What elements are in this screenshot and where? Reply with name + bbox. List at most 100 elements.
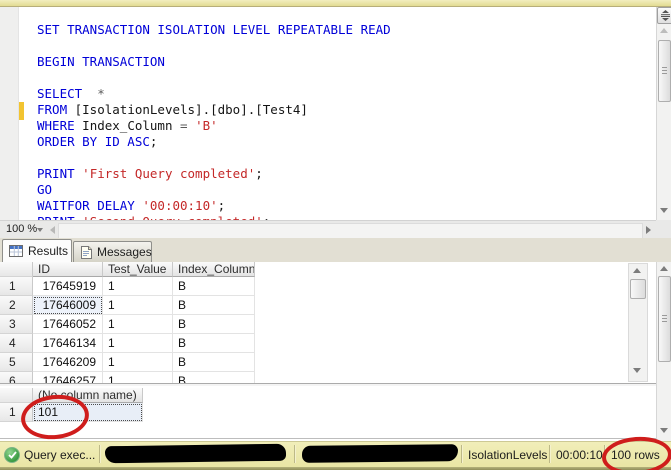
scroll-up-icon[interactable] [633,268,641,273]
editor-vertical-scrollbar[interactable] [656,7,671,220]
split-handle-icon[interactable] [657,7,671,24]
table-row: 6 17646257 1 B [0,372,627,383]
results-pane: ID Test_Value Index_Column 1 17645919 1 B 2 1764… [0,262,671,441]
grid-cell[interactable]: 1 [103,277,173,296]
scroll-down-icon[interactable] [633,368,641,373]
table-grid-icon [9,245,23,257]
tab-messages[interactable]: Messages [73,241,152,262]
row-number-header[interactable] [0,262,33,277]
code-line[interactable]: ORDER BY ID ASC; [37,134,391,150]
scroll-down-icon[interactable] [660,428,668,433]
grid-cell[interactable]: 1 [103,353,173,372]
editor-horizontal-scrollbar[interactable] [58,223,643,239]
row-number[interactable]: 4 [0,334,33,353]
grid-cell[interactable]: 17646134 [33,334,103,353]
grid-cell[interactable]: B [173,334,255,353]
grid-cell[interactable]: 1 [103,372,173,383]
column-header[interactable]: (No column name) [33,388,143,403]
zoom-level-value: 100 % [6,223,38,235]
grid-cell[interactable]: 17646257 [33,372,103,383]
code-line[interactable] [37,38,391,54]
row-count: 100 rows [611,448,660,462]
code-line[interactable]: GO [37,182,391,198]
editor-gutter [0,7,19,220]
table-row: 2 17646009 1 B [0,296,627,315]
scrollbar-corner [656,220,671,238]
results-scroll-thumb[interactable] [630,279,646,299]
results-grid-scrollbar[interactable] [628,263,648,382]
table-row: 1 101 [0,403,627,422]
tab-messages-label: Messages [97,245,152,259]
scroll-down-icon[interactable] [660,208,668,213]
code-area[interactable]: SET TRANSACTION ISOLATION LEVEL REPEATAB… [37,22,391,220]
scroll-right-icon[interactable] [646,226,651,234]
scroll-left-icon[interactable] [50,226,55,234]
row-number[interactable]: 1 [0,403,33,422]
green-check-icon [4,447,20,463]
tab-results[interactable]: Results [2,239,72,262]
scalar-result-grid: (No column name) 1 101 [0,386,627,438]
tab-results-label: Results [28,244,69,258]
table-row: 4 17646134 1 B [0,334,627,353]
redacted-server-name [104,443,287,464]
grid-cell[interactable]: B [173,372,255,383]
code-line[interactable]: WAITFOR DELAY '00:00:10'; [37,198,391,214]
results-bottom-border [0,438,656,439]
grid-cell[interactable]: 1 [103,334,173,353]
grid-cell[interactable]: B [173,277,255,296]
grid-cell[interactable]: B [173,315,255,334]
editor-zoom-bar: 100 % [0,220,656,239]
grid-cell[interactable]: 17645919 [33,277,103,296]
row-number-header[interactable] [0,388,33,403]
thumb-grip-icon [662,315,667,322]
chevron-down-icon [37,228,43,232]
grid-cell[interactable]: 17646209 [33,353,103,372]
code-line[interactable]: WHERE Index_Column = 'B' [37,118,391,134]
grid-cell[interactable]: 17646052 [33,315,103,334]
pane-vertical-scrollbar[interactable] [656,262,671,441]
database-name: IsolationLevels [468,448,548,462]
table-row: 5 17646209 1 B [0,353,627,372]
column-header[interactable]: ID [33,262,103,277]
code-line[interactable]: SELECT * [37,86,391,102]
table-row: 1 17645919 1 B [0,277,627,296]
table-row: 3 17646052 1 B [0,315,627,334]
scroll-up-icon[interactable] [660,28,668,33]
grid-cell[interactable]: 17646009 [33,296,103,315]
redacted-user-name [301,444,459,463]
code-line[interactable] [37,70,391,86]
change-tracking-bar [19,102,24,120]
status-separator [294,445,295,463]
pane-scroll-thumb[interactable] [658,276,671,362]
window-top-strip [0,0,671,7]
thumb-grip-icon [662,67,667,74]
row-number[interactable]: 6 [0,372,33,383]
row-number[interactable]: 5 [0,353,33,372]
code-line[interactable]: BEGIN TRANSACTION [37,54,391,70]
sql-editor[interactable]: SET TRANSACTION ISOLATION LEVEL REPEATAB… [0,7,656,220]
column-header[interactable]: Test_Value [103,262,173,277]
code-line[interactable]: FROM [IsolationLevels].[dbo].[Test4] [37,102,391,118]
results-tab-strip: Results Messages [0,238,671,262]
grid-cell[interactable]: 101 [33,403,143,422]
grid-cell[interactable]: B [173,353,255,372]
code-line[interactable]: PRINT 'First Query completed'; [37,166,391,182]
grid-cell[interactable]: 1 [103,296,173,315]
ssms-query-window: SET TRANSACTION ISOLATION LEVEL REPEATAB… [0,0,671,470]
scroll-up-icon[interactable] [660,266,668,271]
editor-scroll-thumb[interactable] [658,40,671,102]
elapsed-time: 00:00:10 [556,448,603,462]
row-number[interactable]: 3 [0,315,33,334]
zoom-level-select[interactable]: 100 % [3,222,45,237]
code-line[interactable]: SET TRANSACTION ISOLATION LEVEL REPEATAB… [37,22,391,38]
status-bar: Query exec... IsolationLevels 00:00:10 1… [0,441,671,470]
status-separator [549,445,550,463]
results-grid: ID Test_Value Index_Column 1 17645919 1 B 2 1764… [0,262,627,383]
row-number[interactable]: 1 [0,277,33,296]
code-line[interactable] [37,150,391,166]
row-number[interactable]: 2 [0,296,33,315]
grid-cell[interactable]: 1 [103,315,173,334]
column-header[interactable]: Index_Column [173,262,255,277]
query-status-text: Query exec... [24,448,96,462]
grid-cell[interactable]: B [173,296,255,315]
